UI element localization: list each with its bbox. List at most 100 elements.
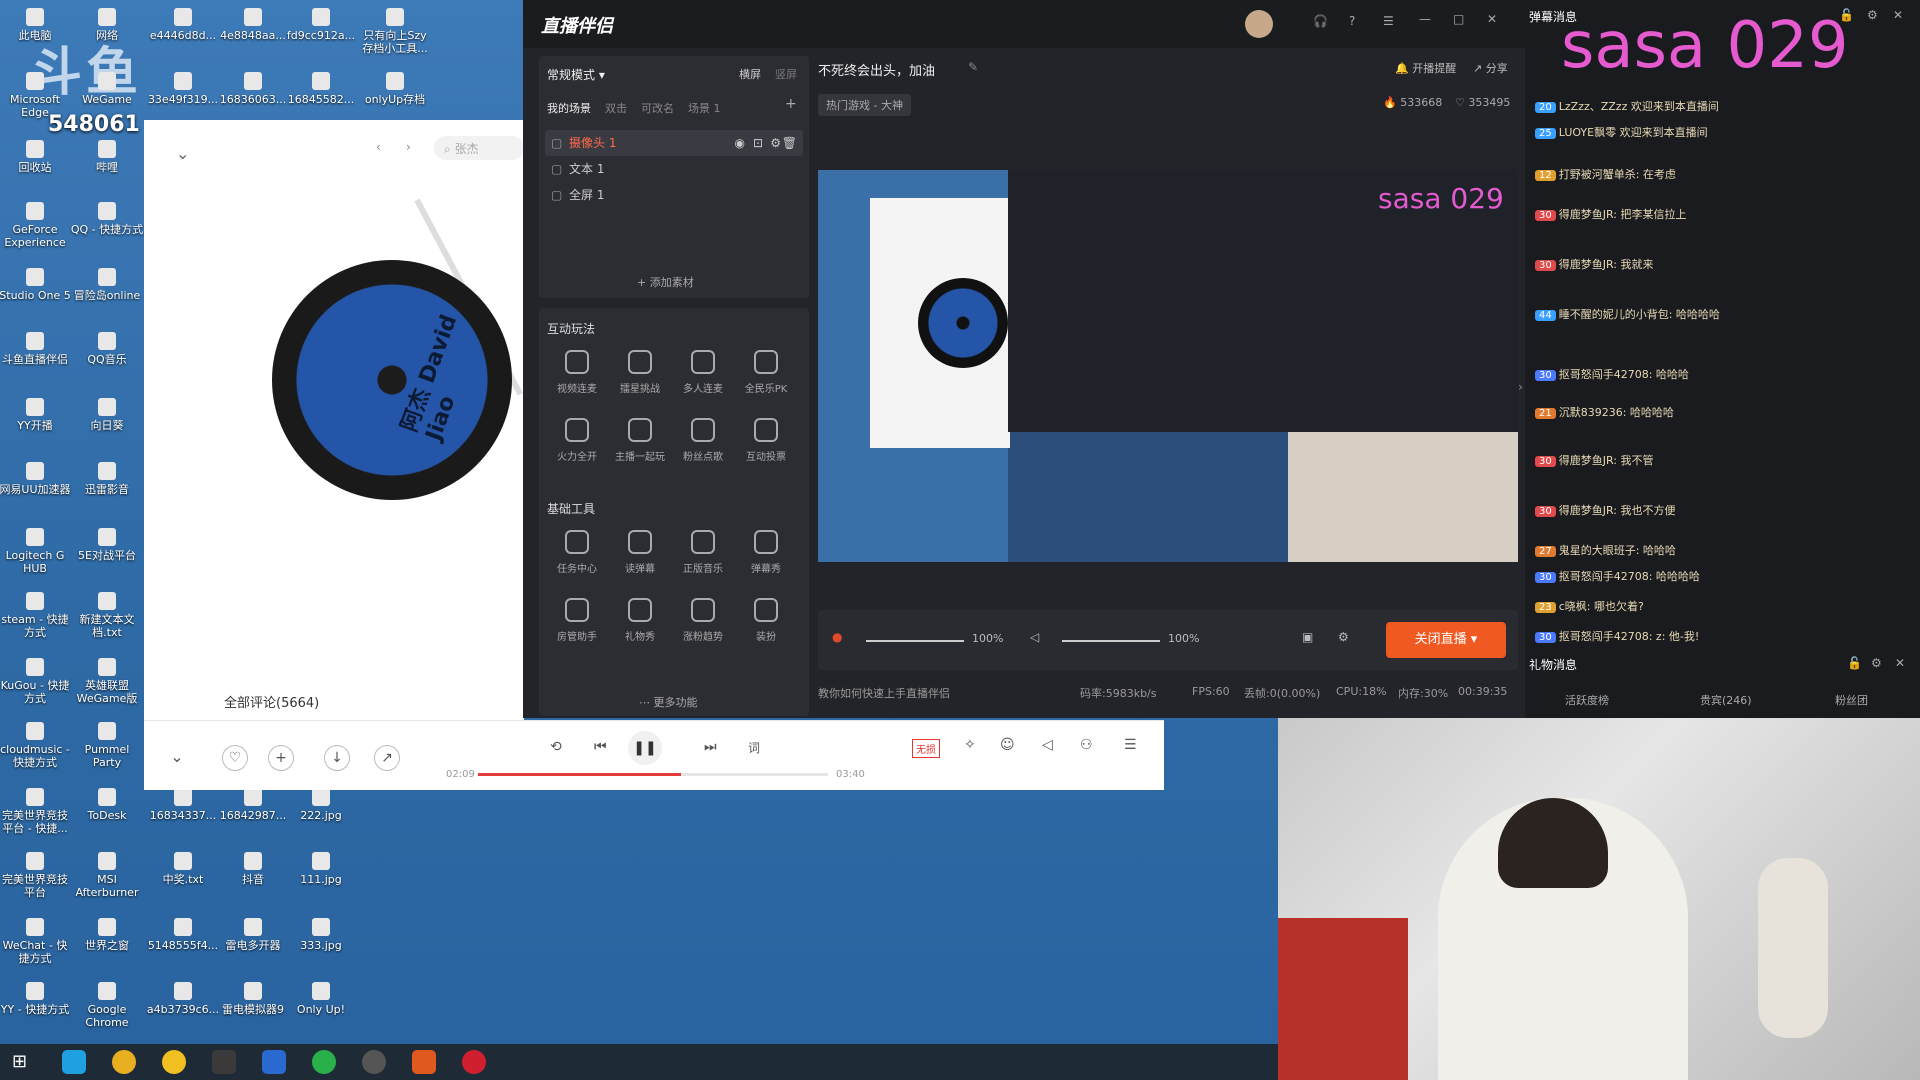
chrome-icon[interactable]	[112, 1050, 136, 1074]
share-button[interactable]: ↗ 分享	[1473, 60, 1508, 76]
tool-button[interactable]: 房管助手	[547, 598, 607, 643]
desktop-icon[interactable]: 回收站	[0, 140, 72, 174]
add-source-button[interactable]: + 添加素材	[637, 274, 694, 290]
edit-icon[interactable]: ✎	[968, 60, 978, 74]
tool-button[interactable]: 互动投票	[736, 418, 796, 463]
desktop-icon[interactable]: Google Chrome	[70, 982, 144, 1029]
desktop-icon[interactable]: 网易UU加速器	[0, 462, 72, 496]
desktop-icon[interactable]: Logitech G HUB	[0, 528, 72, 575]
heart-icon[interactable]: ♡	[222, 745, 248, 771]
desktop-icon[interactable]: Pummel Party	[70, 722, 144, 769]
desktop-icon[interactable]: 333.jpg	[284, 918, 358, 952]
source-item[interactable]: ▢ 全屏 1	[545, 182, 803, 208]
gear-icon[interactable]: ⚙	[1871, 656, 1882, 670]
windows-start-icon[interactable]: ⊞	[12, 1050, 36, 1074]
stream-preview[interactable]: sasa 029	[818, 170, 1518, 562]
scene-tab[interactable]: 场景 1	[688, 102, 721, 115]
desktop-icon[interactable]: 迅雷影音	[70, 462, 144, 496]
lock-icon[interactable]: ⊡	[753, 130, 763, 156]
tool-button[interactable]: 全民乐PK	[736, 350, 796, 395]
desktop-icon[interactable]: YY开播	[0, 398, 72, 432]
tool-button[interactable]: 主播一起玩	[610, 418, 670, 463]
desktop-icon[interactable]: 英雄联盟WeGame版	[70, 658, 144, 705]
desktop-icon[interactable]: onlyUp存档	[358, 72, 432, 106]
desktop-icon[interactable]: 抖音	[216, 852, 290, 886]
mode-select[interactable]: 常规模式 ▾	[547, 66, 605, 83]
tool-button[interactable]: 礼物秀	[610, 598, 670, 643]
music-player-window[interactable]: ⌄ ‹ › ⌕ 张杰 阿杰 David Jiao 全部评论(5664)	[144, 120, 524, 790]
stream-title[interactable]: 不死终会出头，加油	[818, 60, 935, 79]
edge-icon[interactable]	[62, 1050, 86, 1074]
mic-icon[interactable]: ●	[832, 630, 842, 644]
app-icon[interactable]	[162, 1050, 186, 1074]
delete-icon[interactable]: 🗑	[782, 130, 797, 156]
menu-icon[interactable]: ☰	[1383, 14, 1394, 28]
desktop-icon[interactable]: 5148555f4...	[146, 918, 220, 952]
chevron-down-icon[interactable]: ⌄	[176, 144, 189, 163]
tool-button[interactable]: 多人连麦	[673, 350, 733, 395]
desktop-icon[interactable]: fd9cc912a...	[284, 8, 358, 42]
gift-tab[interactable]: 粉丝团	[1835, 692, 1868, 708]
desktop-icon[interactable]: cloudmusic - 快捷方式	[0, 722, 72, 769]
desktop-icon[interactable]: 冒险岛online	[70, 268, 144, 302]
desktop-icon[interactable]: 雷电多开器	[216, 918, 290, 952]
desktop-icon[interactable]: 33e49f319...	[146, 72, 220, 106]
desktop-icon[interactable]: KuGou - 快捷方式	[0, 658, 72, 705]
desktop-icon[interactable]: QQ - 快捷方式	[70, 202, 144, 236]
download-icon[interactable]: ↓	[324, 745, 350, 771]
desktop-icon[interactable]: 网络	[70, 8, 144, 42]
douyu-icon[interactable]	[412, 1050, 436, 1074]
tutorial-link[interactable]: 教你如何快速上手直播伴侣	[818, 687, 950, 700]
gift-tab[interactable]: 活跃度榜	[1565, 692, 1609, 708]
desktop-icon[interactable]: a4b3739c6...	[146, 982, 220, 1016]
desktop-icon[interactable]: 222.jpg	[284, 788, 358, 822]
desktop-icon[interactable]: Studio One 5	[0, 268, 72, 302]
maximize-icon[interactable]: □	[1453, 12, 1464, 26]
tool-button[interactable]: 读弹幕	[610, 530, 670, 575]
obs-icon[interactable]	[212, 1050, 236, 1074]
desktop-icon[interactable]: 新建文本文档.txt	[70, 592, 144, 639]
search-input[interactable]: ⌕ 张杰	[434, 136, 524, 160]
desktop-icon[interactable]: 哔哩	[70, 140, 144, 174]
desktop-icon[interactable]: YY - 快捷方式	[0, 982, 72, 1016]
comments-count[interactable]: 全部评论(5664)	[224, 692, 319, 711]
record-icon[interactable]: ▣	[1302, 630, 1313, 644]
tool-button[interactable]: 视频连麦	[547, 350, 607, 395]
desktop-icon[interactable]: steam - 快捷方式	[0, 592, 72, 639]
forward-icon[interactable]: ›	[406, 140, 411, 154]
desktop-icon[interactable]: 向日葵	[70, 398, 144, 432]
desktop-icon[interactable]: QQ音乐	[70, 332, 144, 366]
desktop-icon[interactable]: 16836063...	[216, 72, 290, 106]
desktop-icon[interactable]: 16842987...	[216, 788, 290, 822]
desktop-icon[interactable]: 只有向上Szy存档小工具...	[358, 8, 432, 55]
desktop-icon[interactable]: 4e8848aa...	[216, 8, 290, 42]
desktop-icon[interactable]: 此电脑	[0, 8, 72, 42]
chevron-down-icon[interactable]: ⌄	[164, 745, 190, 771]
add-scene-icon[interactable]: +	[785, 96, 797, 112]
source-item[interactable]: ▢ 摄像头 1 ◉ ⊡ ⚙ 🗑	[545, 130, 803, 156]
desktop-icon[interactable]: Only Up!	[284, 982, 358, 1016]
tool-button[interactable]: 火力全开	[547, 418, 607, 463]
repeat-icon[interactable]: ⟲	[550, 739, 562, 755]
category-tag[interactable]: 热门游戏 - 大神	[818, 94, 911, 116]
close-icon[interactable]: ✕	[1893, 8, 1903, 22]
scene-tab[interactable]: 双击	[605, 102, 627, 115]
friends-icon[interactable]: ☺	[1000, 737, 1015, 753]
desktop-icon[interactable]: 完美世界竞技平台	[0, 852, 72, 899]
playlist-icon[interactable]: ☰	[1124, 737, 1137, 753]
mic-slider[interactable]	[866, 640, 964, 642]
progress-track[interactable]	[478, 773, 828, 776]
orientation-horizontal[interactable]: 横屏	[739, 66, 761, 82]
speaker-icon[interactable]: ◁	[1030, 630, 1039, 644]
settings-icon[interactable]: ⚙	[770, 130, 781, 156]
desktop-icon[interactable]: 中奖.txt	[146, 852, 220, 886]
tool-button[interactable]: 粉丝点歌	[673, 418, 733, 463]
add-to-playlist-icon[interactable]: +	[268, 745, 294, 771]
desktop-icon[interactable]: 完美世界竞技平台 - 快捷...	[0, 788, 72, 835]
listen-together-icon[interactable]: ⚇	[1080, 737, 1093, 753]
more-tools-button[interactable]: ⋯ 更多功能	[639, 694, 698, 710]
tool-button[interactable]: 擂星挑战	[610, 350, 670, 395]
tool-button[interactable]: 装扮	[736, 598, 796, 643]
tool-button[interactable]: 正版音乐	[673, 530, 733, 575]
close-icon[interactable]: ✕	[1895, 656, 1905, 670]
